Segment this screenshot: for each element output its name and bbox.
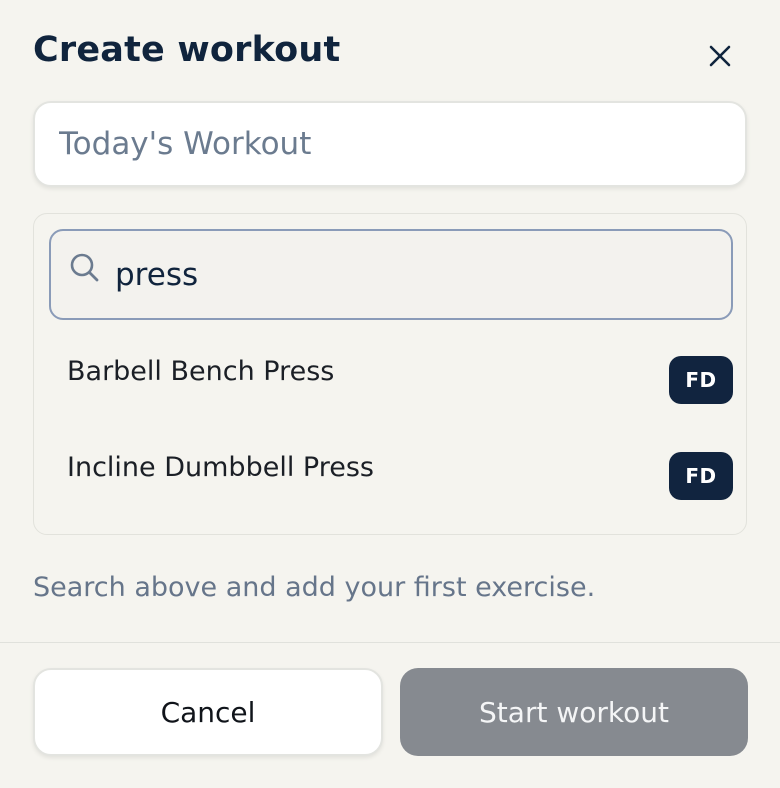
empty-state-helper-text: Search above and add your first exercise…: [33, 572, 596, 603]
exercise-result-item[interactable]: Barbell Bench Press FD: [49, 340, 733, 420]
cancel-button[interactable]: Cancel: [33, 668, 383, 756]
search-icon: [70, 253, 99, 282]
exercise-result-item[interactable]: Incline Dumbbell Press FD: [49, 436, 733, 516]
exercise-search-box[interactable]: [49, 229, 733, 320]
footer-divider: [0, 642, 780, 643]
start-workout-button[interactable]: Start workout: [400, 668, 748, 756]
exercise-result-label: Barbell Bench Press: [67, 356, 335, 387]
exercise-result-badge: FD: [669, 356, 733, 404]
close-icon: [709, 45, 731, 67]
workout-name-input[interactable]: [33, 101, 747, 187]
create-workout-dialog: Create workout Barbell Bench Press FD In…: [0, 0, 780, 788]
exercise-search-panel: Barbell Bench Press FD Incline Dumbbell …: [33, 213, 747, 535]
exercise-result-label: Incline Dumbbell Press: [67, 452, 374, 483]
dialog-title: Create workout: [33, 30, 341, 70]
close-button[interactable]: [700, 36, 740, 76]
exercise-search-input[interactable]: [115, 243, 715, 307]
exercise-result-badge: FD: [669, 452, 733, 500]
